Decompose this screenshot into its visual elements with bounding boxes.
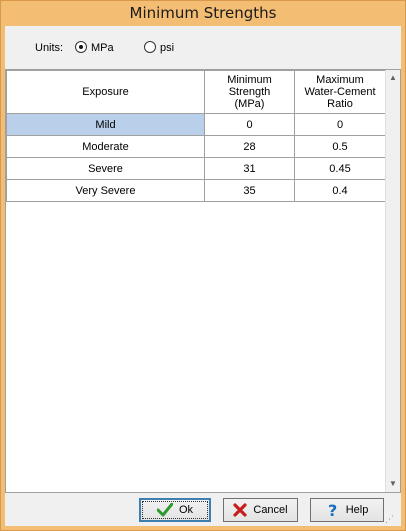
strength-table: Exposure Minimum Strength (MPa) Maximum …	[6, 70, 386, 202]
table-row: Moderate 28 0.5	[6, 135, 386, 158]
table-row: Severe 31 0.45	[6, 157, 386, 180]
table-cell[interactable]: 0.45	[294, 157, 386, 180]
ok-button[interactable]: Ok	[139, 498, 211, 522]
column-header-minimum-strength[interactable]: Minimum Strength (MPa)	[204, 70, 295, 114]
red-x-icon	[233, 503, 247, 517]
help-button[interactable]: ? Help	[310, 498, 384, 522]
column-header-max-water-cement-ratio[interactable]: Maximum Water-Cement Ratio	[294, 70, 386, 114]
scroll-up-arrow-icon[interactable]: ▲	[388, 73, 398, 83]
units-row: Units: MPa psi	[5, 26, 401, 70]
table-cell[interactable]: Very Severe	[6, 179, 205, 202]
resize-grip-icon[interactable]: ⋰	[385, 514, 395, 524]
window-title: Minimum Strengths	[129, 4, 277, 22]
table-cell[interactable]: Moderate	[6, 135, 205, 158]
table-row: Mild 0 0	[6, 113, 386, 136]
mpa-radio[interactable]	[75, 41, 87, 53]
question-mark-icon: ?	[326, 502, 340, 518]
mpa-radio-label[interactable]: MPa	[91, 42, 114, 54]
table-cell[interactable]: Severe	[6, 157, 205, 180]
table-cell[interactable]: 31	[204, 157, 295, 180]
units-label: Units:	[35, 42, 64, 54]
cancel-button[interactable]: Cancel	[223, 498, 298, 522]
table-cell[interactable]: 28	[204, 135, 295, 158]
table-cell[interactable]: 35	[204, 179, 295, 202]
cancel-button-label: Cancel	[253, 504, 288, 516]
svg-text:?: ?	[328, 502, 337, 518]
ok-button-label: Ok	[178, 504, 194, 516]
table-cell[interactable]: 0.5	[294, 135, 386, 158]
table-header-row: Exposure Minimum Strength (MPa) Maximum …	[6, 70, 386, 114]
table-cell[interactable]: 0.4	[294, 179, 386, 202]
strength-grid: Exposure Minimum Strength (MPa) Maximum …	[5, 69, 401, 493]
vertical-scrollbar[interactable]: ▲ ▼	[385, 70, 400, 492]
table-cell[interactable]: Mild	[6, 113, 205, 136]
checkmark-icon	[156, 503, 173, 517]
table-row: Very Severe 35 0.4	[6, 179, 386, 202]
column-header-exposure[interactable]: Exposure	[6, 70, 205, 114]
help-button-label: Help	[345, 504, 369, 516]
psi-radio-label[interactable]: psi	[160, 42, 174, 54]
table-cell[interactable]: 0	[204, 113, 295, 136]
dialog-client-area: Units: MPa psi Exposure Minimum Strength…	[5, 26, 401, 526]
table-cell[interactable]: 0	[294, 113, 386, 136]
dialog-window: Minimum Strengths Units: MPa psi Exposur…	[0, 0, 406, 531]
psi-radio[interactable]	[144, 41, 156, 53]
scroll-down-arrow-icon[interactable]: ▼	[388, 479, 398, 489]
